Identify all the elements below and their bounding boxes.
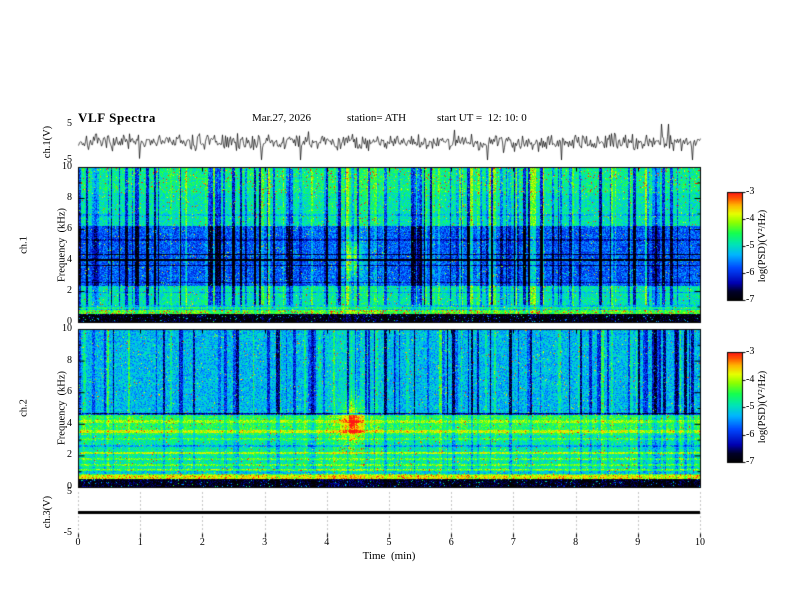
ch3_wave-y-tick-label: -5: [63, 527, 72, 538]
colorbar1-tick-label: -3: [746, 186, 755, 197]
ch1_spec-y-tick-label: 4: [67, 254, 72, 265]
x-axis-label: Time (min): [362, 550, 416, 562]
plot-canvas: [0, 0, 792, 612]
x-tick-label: 6: [448, 537, 454, 548]
colorbar1-tick-label: -6: [746, 267, 755, 278]
ch2_spec-y-tick-label: 2: [67, 449, 72, 461]
x-tick-label: 1: [137, 537, 143, 548]
station-label: station= ATH: [347, 112, 407, 124]
ch1-axis-label-line1: ch.1: [18, 236, 30, 254]
ch1_spec-y-tick-label: 8: [67, 192, 72, 203]
colorbar2-label: log(PSD)(V²/Hz): [756, 370, 768, 444]
figure-title: VLF Spectra: [78, 110, 156, 125]
start-ut-label: start UT = 12: 10: 0: [437, 112, 527, 124]
ch2_spec-y-tick-label: 10: [62, 323, 72, 334]
x-tick-label: 4: [324, 537, 330, 548]
colorbar2-tick-label: -5: [746, 401, 755, 412]
colorbar2-tick-label: -3: [746, 346, 755, 357]
ch1_wave-y-tick-label: 5: [67, 118, 72, 129]
colorbar1-tick-label: -5: [746, 240, 755, 251]
date-label: Mar.27, 2026: [252, 112, 311, 124]
ch2-frequency-axis-label: ch.2 Frequency (kHz): [0, 371, 94, 445]
ch1_spec-y-tick-label: 10: [62, 161, 72, 172]
colorbar2-tick-label: -7: [746, 456, 755, 467]
x-tick-label: 3: [262, 537, 268, 548]
ch1_spec-y-tick-label: 6: [67, 223, 72, 234]
x-tick-label: 0: [75, 537, 81, 548]
ch1_spec-y-tick-label: 2: [67, 285, 72, 296]
colorbar1-tick-label: -4: [746, 213, 755, 224]
ch3-voltage-axis-label: ch.3(V): [41, 495, 53, 529]
ch1-voltage-axis-label: ch.1(V): [41, 125, 53, 159]
colorbar2-tick-label: -6: [746, 428, 755, 440]
x-tick-label: 10: [695, 537, 705, 548]
ch3_wave-y-tick-label: 5: [67, 486, 72, 497]
x-tick-label: 8: [573, 537, 579, 548]
ch2_spec-y-tick-label: 4: [67, 417, 72, 429]
ch2_spec-y-tick-label: 6: [67, 386, 72, 398]
colorbar1-tick-label: -7: [746, 294, 755, 305]
ch2-axis-label-line2: Frequency (kHz): [56, 370, 68, 446]
vlf-spectra-figure: VLF Spectra Mar.27, 2026 station= ATH st…: [0, 0, 792, 612]
ch1-axis-label-line2: Frequency (kHz): [56, 207, 68, 283]
x-tick-label: 2: [199, 537, 205, 548]
ch1-frequency-axis-label: ch.1 Frequency (kHz): [0, 208, 94, 282]
colorbar1-label: log(PSD)(V²/Hz): [756, 209, 768, 283]
ch2_spec-y-tick-label: 8: [67, 354, 72, 366]
x-tick-label: 7: [510, 537, 516, 548]
colorbar2-tick-label: -4: [746, 373, 755, 385]
ch2-axis-label-line1: ch.2: [18, 399, 30, 417]
x-tick-label: 5: [386, 537, 392, 548]
x-tick-label: 9: [635, 537, 641, 548]
